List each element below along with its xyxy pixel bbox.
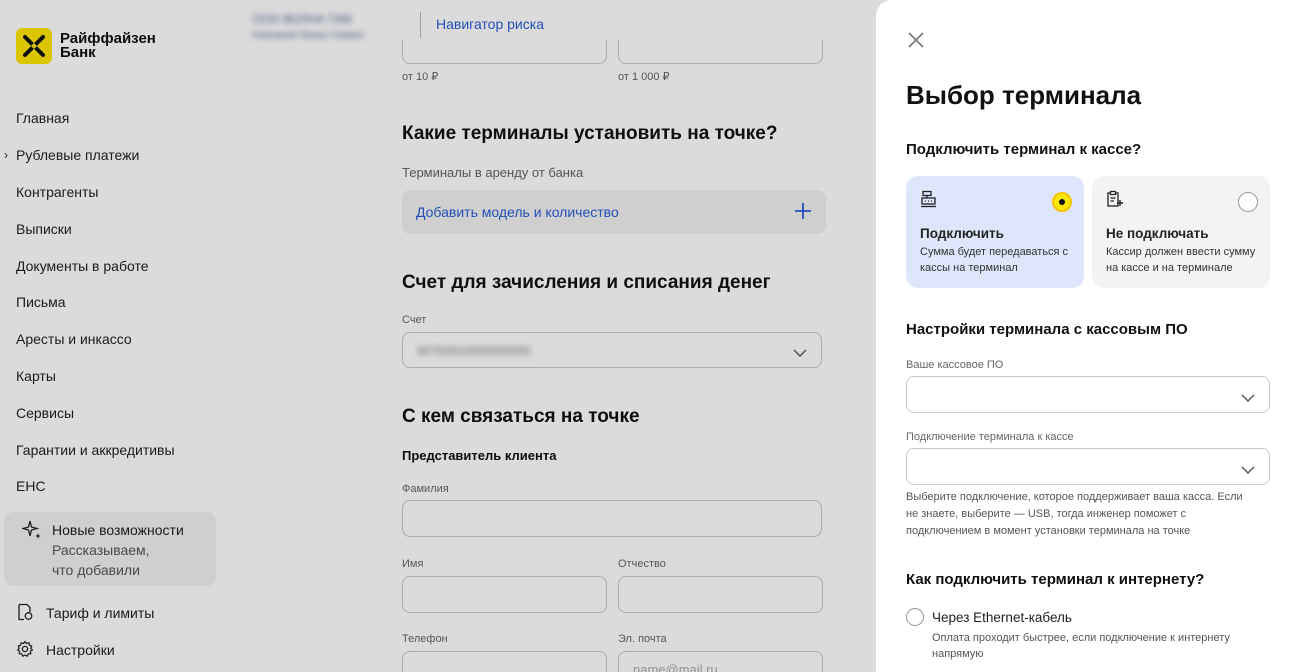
- drawer-title: Выбор терминала: [906, 80, 1142, 110]
- option-no-connect-card[interactable]: Не подключать Кассир должен ввести сумму…: [1092, 176, 1270, 288]
- ethernet-label: Через Ethernet-кабель: [932, 610, 1072, 625]
- chevron-down-icon: [1241, 462, 1255, 480]
- clipboard-plus-icon: [1106, 190, 1124, 213]
- terminal-selection-drawer: Выбор терминала Подключить терминал к ка…: [876, 0, 1296, 672]
- option-connect-desc: Сумма будет передаваться с кассы на терм…: [920, 246, 1069, 274]
- cash-register-icon: [920, 190, 938, 213]
- modal-backdrop[interactable]: [0, 0, 876, 672]
- option-no-connect-title: Не подключать: [1106, 226, 1209, 241]
- chevron-down-icon: [1241, 390, 1255, 408]
- connection-help-text: Выберите подключение, которое поддержива…: [906, 491, 1243, 537]
- connection-select[interactable]: [906, 448, 1270, 485]
- internet-heading: Как подключить терминал к интернету?: [906, 571, 1205, 588]
- option-connect-radio[interactable]: [1052, 192, 1072, 212]
- close-icon[interactable]: [906, 30, 926, 50]
- option-connect-title: Подключить: [920, 226, 1004, 241]
- ethernet-desc: Оплата проходит быстрее, если подключени…: [932, 632, 1230, 660]
- pos-software-select[interactable]: [906, 376, 1270, 413]
- connect-question: Подключить терминал к кассе?: [906, 141, 1142, 158]
- option-no-connect-radio[interactable]: [1238, 192, 1258, 212]
- settings-heading: Настройки терминала с кассовым ПО: [906, 321, 1188, 338]
- pos-software-label: Ваше кассовое ПО: [906, 359, 1004, 371]
- connection-label: Подключение терминала к кассе: [906, 431, 1074, 443]
- ethernet-radio[interactable]: [906, 608, 924, 626]
- option-connect-card[interactable]: Подключить Сумма будет передаваться с ка…: [906, 176, 1084, 288]
- option-no-connect-desc: Кассир должен ввести сумму на кассе и на…: [1106, 246, 1256, 274]
